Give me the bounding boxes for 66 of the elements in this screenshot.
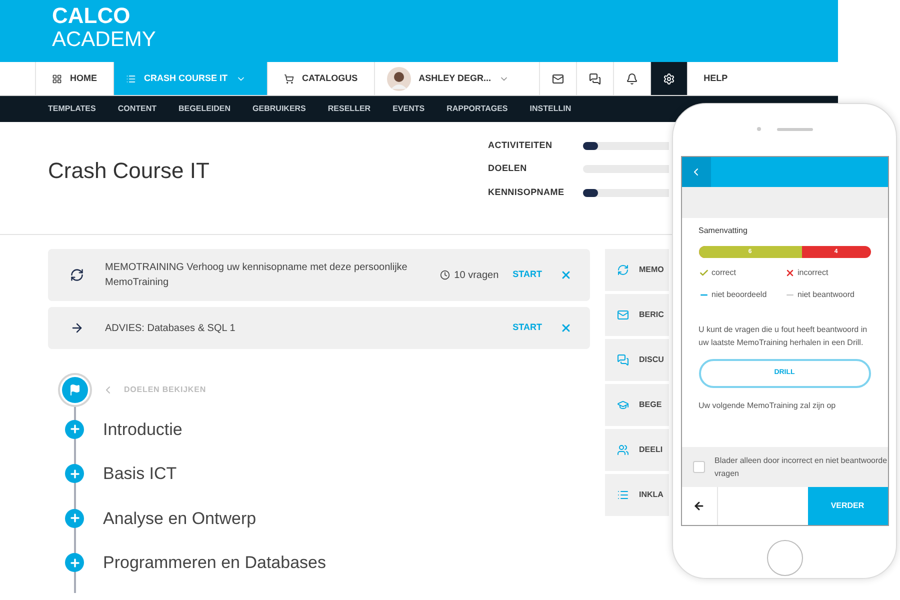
expand-icon[interactable] [65, 420, 84, 439]
chat-icon [617, 354, 629, 366]
side-menu-item[interactable]: DISCU [605, 339, 669, 381]
cross-icon [784, 268, 794, 278]
subnav-link[interactable]: CONTENT [118, 103, 157, 115]
flag-button[interactable] [58, 373, 92, 407]
legend-label: incorrect [798, 267, 828, 279]
cart-icon [284, 74, 294, 84]
flag-icon [69, 384, 81, 396]
filter-checkbox[interactable] [692, 461, 704, 473]
goal-title: Analyse en Ontwerp [103, 508, 256, 530]
legend-label: niet beantwoord [798, 289, 854, 301]
goal-title: Basis ICT [103, 463, 177, 485]
side-menu-item[interactable]: BERIC [605, 294, 669, 336]
goal-title: Introductie [103, 418, 182, 440]
filter-label: Blader alleen door incorrect en niet beantwoorde vragen [714, 455, 888, 480]
goal-title: Programmeren en Databases [103, 552, 326, 574]
side-menu-item[interactable]: INKLA [605, 474, 669, 516]
expand-icon[interactable] [65, 508, 84, 528]
check-icon [698, 268, 708, 278]
legend-label: correct [712, 267, 736, 279]
home-button[interactable] [766, 540, 802, 576]
chat-icon [588, 72, 601, 84]
arrow-left-icon [693, 500, 705, 512]
next-training-text: Uw volgende MemoTraining zal zijn op [698, 400, 837, 412]
drill-info: U kunt de vragen die u fout heeft beantwoord in uw laatste MemoTraining herhalen in een Drill. [698, 324, 868, 349]
subnav-link[interactable]: RESELLER [328, 103, 371, 115]
brand-subtitle: ACADEMY [52, 28, 157, 52]
question-count: 10 vragen [454, 268, 499, 282]
bell-icon [626, 72, 638, 84]
subnav-link[interactable]: EVENTS [392, 103, 425, 115]
legend-label: niet beoordeeld [712, 289, 767, 301]
task-text: MEMOTRAINING Verhoog uw kennisopname met deze persoonlijke MemoTraining [105, 261, 408, 290]
close-icon[interactable] [560, 322, 572, 334]
side-menu-item[interactable]: MEMO [605, 249, 669, 291]
nav-icon-button[interactable] [650, 62, 687, 95]
summary-title: Samenvatting [698, 225, 748, 237]
progress-label: KENNISOPNAME [488, 186, 566, 199]
subnav-link[interactable]: INSTELLIN [530, 103, 572, 115]
clock-icon [440, 270, 450, 280]
side-menu-item[interactable]: DEELI [605, 429, 669, 471]
expand-icon[interactable] [65, 464, 84, 484]
settings-icon [662, 72, 675, 84]
close-icon[interactable] [560, 269, 572, 281]
refresh-icon [70, 268, 84, 282]
users-icon [617, 444, 629, 456]
brand-name: CALCO [52, 4, 132, 28]
subnav-link[interactable]: RAPPORTAGES [446, 103, 508, 115]
graduation-cap-icon [617, 399, 629, 411]
task-text: ADVIES: Databases & SQL 1 [105, 322, 236, 336]
course-title: Crash Course IT [48, 156, 210, 184]
mail-icon [552, 72, 564, 84]
refresh-icon [617, 264, 629, 276]
speaker-slot [776, 128, 812, 130]
subnav-link[interactable]: TEMPLATES [48, 103, 96, 115]
side-menu-item[interactable]: BEGE [605, 384, 669, 426]
grid-icon [52, 74, 62, 84]
expand-icon[interactable] [65, 553, 84, 572]
mail-icon [617, 309, 629, 321]
avatar-icon [386, 66, 411, 90]
progress-label: ACTIVITEITEN [488, 138, 554, 152]
list-icon [126, 74, 136, 84]
subnav-link[interactable]: GEBRUIKERS [252, 103, 306, 115]
arrow-right-icon [70, 321, 84, 335]
progress-label: DOELEN [488, 162, 528, 176]
subnav-link[interactable]: BEGELEIDEN [178, 103, 231, 115]
